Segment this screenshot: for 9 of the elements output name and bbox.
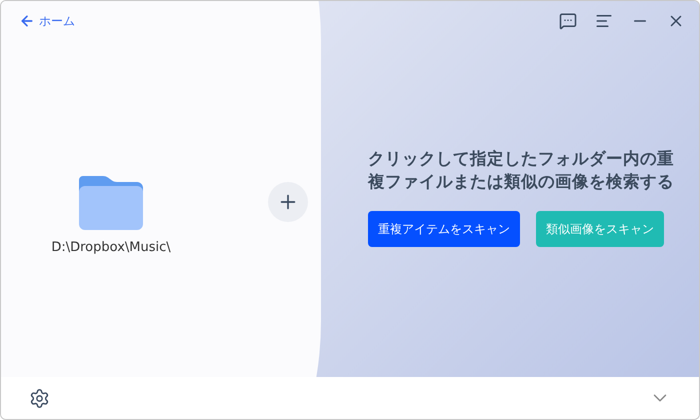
home-link[interactable]: ホーム xyxy=(19,12,75,30)
instruction-text: クリックして指定したフォルダー内の重複ファイルまたは類似の画像を検索する xyxy=(368,148,675,193)
scan-button[interactable]: 重複アイテムをスキャン xyxy=(368,210,520,247)
folder-path: D:\Dropbox\Music\ xyxy=(51,239,171,257)
folder-icon xyxy=(79,176,143,230)
scan-button[interactable]: 類似画像をスキャン xyxy=(536,210,664,247)
settings-icon[interactable] xyxy=(29,388,50,408)
feedback-icon[interactable] xyxy=(559,12,577,30)
menu-icon[interactable] xyxy=(595,12,613,30)
